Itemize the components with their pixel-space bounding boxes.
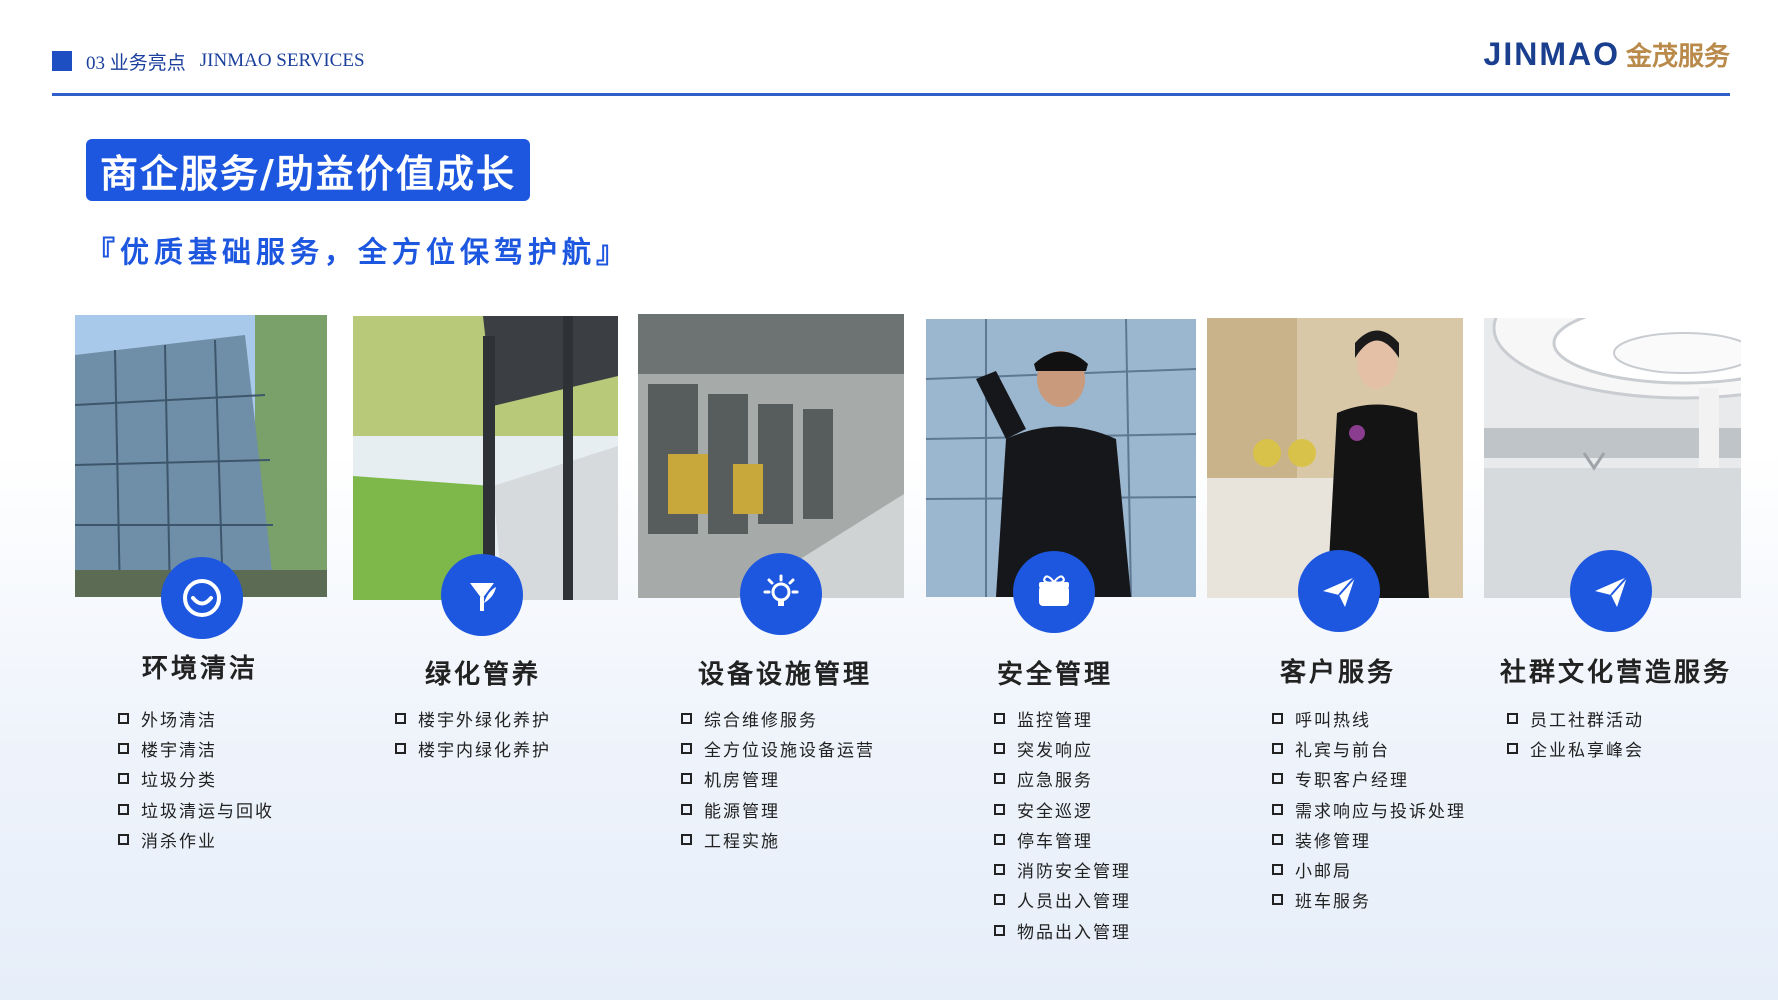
list-item: 监控管理	[994, 703, 1131, 733]
service-list: 楼宇外绿化养护 楼宇内绿化养护	[395, 703, 551, 764]
lightbulb-icon	[740, 553, 822, 635]
list-item: 班车服务	[1272, 885, 1466, 915]
building-photo	[75, 315, 327, 597]
section-label: 03 业务亮点	[86, 52, 186, 74]
list-item: 楼宇内绿化养护	[395, 733, 551, 763]
list-item: 机房管理	[681, 764, 875, 794]
category-title: 社群文化营造服务	[1500, 658, 1733, 688]
list-item: 专职客户经理	[1272, 764, 1466, 794]
page-subtitle: 『优质基础服务，全方位保驾护航』	[86, 235, 631, 269]
section-header: 03 业务亮点 JINMAO SERVICES	[52, 46, 365, 76]
service-list: 呼叫热线 礼宾与前台 专职客户经理 需求响应与投诉处理 装修管理 小邮局 班车服…	[1272, 703, 1466, 915]
service-list: 监控管理 突发响应 应急服务 安全巡逻 停车管理 消防安全管理 人员出入管理 物…	[994, 703, 1131, 945]
list-item: 工程实施	[681, 824, 875, 854]
list-item: 楼宇外绿化养护	[395, 703, 551, 733]
list-item: 装修管理	[1272, 824, 1466, 854]
service-list: 员工社群活动 企业私享峰会	[1507, 703, 1644, 764]
list-item: 突发响应	[994, 733, 1131, 763]
service-list: 综合维修服务 全方位设施设备运营 机房管理 能源管理 工程实施	[681, 703, 875, 854]
page-title-box: 商企服务/助益价值成长	[86, 139, 530, 201]
list-item: 小邮局	[1272, 854, 1466, 884]
category-title: 环境清洁	[141, 654, 258, 684]
list-item: 呼叫热线	[1272, 703, 1466, 733]
category-title: 绿化管养	[424, 660, 541, 690]
list-item: 垃圾分类	[118, 764, 274, 794]
logo-cn: 金茂服务	[1625, 42, 1730, 72]
logo-en: JINMAO	[1483, 36, 1620, 72]
section-marker	[52, 51, 72, 71]
list-item: 员工社群活动	[1507, 703, 1644, 733]
list-item: 企业私享峰会	[1507, 733, 1644, 763]
category-title: 客户服务	[1279, 658, 1396, 688]
list-item: 能源管理	[681, 794, 875, 824]
paper-plane-icon	[1298, 550, 1380, 632]
list-item: 停车管理	[994, 824, 1131, 854]
list-item: 全方位设施设备运营	[681, 733, 875, 763]
page-title: 商企服务/助益价值成长	[100, 150, 516, 196]
plant-icon	[441, 554, 523, 636]
list-item: 垃圾清运与回收	[118, 794, 274, 824]
gift-box-icon	[1013, 551, 1095, 633]
service-list: 外场清洁 楼宇清洁 垃圾分类 垃圾清运与回收 消杀作业	[118, 703, 274, 854]
list-item: 外场清洁	[118, 703, 274, 733]
section-label-en: JINMAO SERVICES	[199, 50, 365, 71]
list-item: 综合维修服务	[681, 703, 875, 733]
category-title: 设备设施管理	[697, 660, 872, 690]
list-item: 礼宾与前台	[1272, 733, 1466, 763]
list-item: 安全巡逻	[994, 794, 1131, 824]
smile-icon	[161, 557, 243, 639]
list-item: 消防安全管理	[994, 854, 1131, 884]
list-item: 需求响应与投诉处理	[1272, 794, 1466, 824]
list-item: 物品出入管理	[994, 915, 1131, 945]
list-item: 应急服务	[994, 764, 1131, 794]
list-item: 消杀作业	[118, 824, 274, 854]
list-item: 楼宇清洁	[118, 733, 274, 763]
paper-plane-icon	[1570, 550, 1652, 632]
jinmao-logo: JINMAO 金茂服务	[1484, 36, 1730, 73]
header-divider	[52, 93, 1730, 96]
list-item: 人员出入管理	[994, 885, 1131, 915]
category-title: 安全管理	[996, 660, 1113, 690]
